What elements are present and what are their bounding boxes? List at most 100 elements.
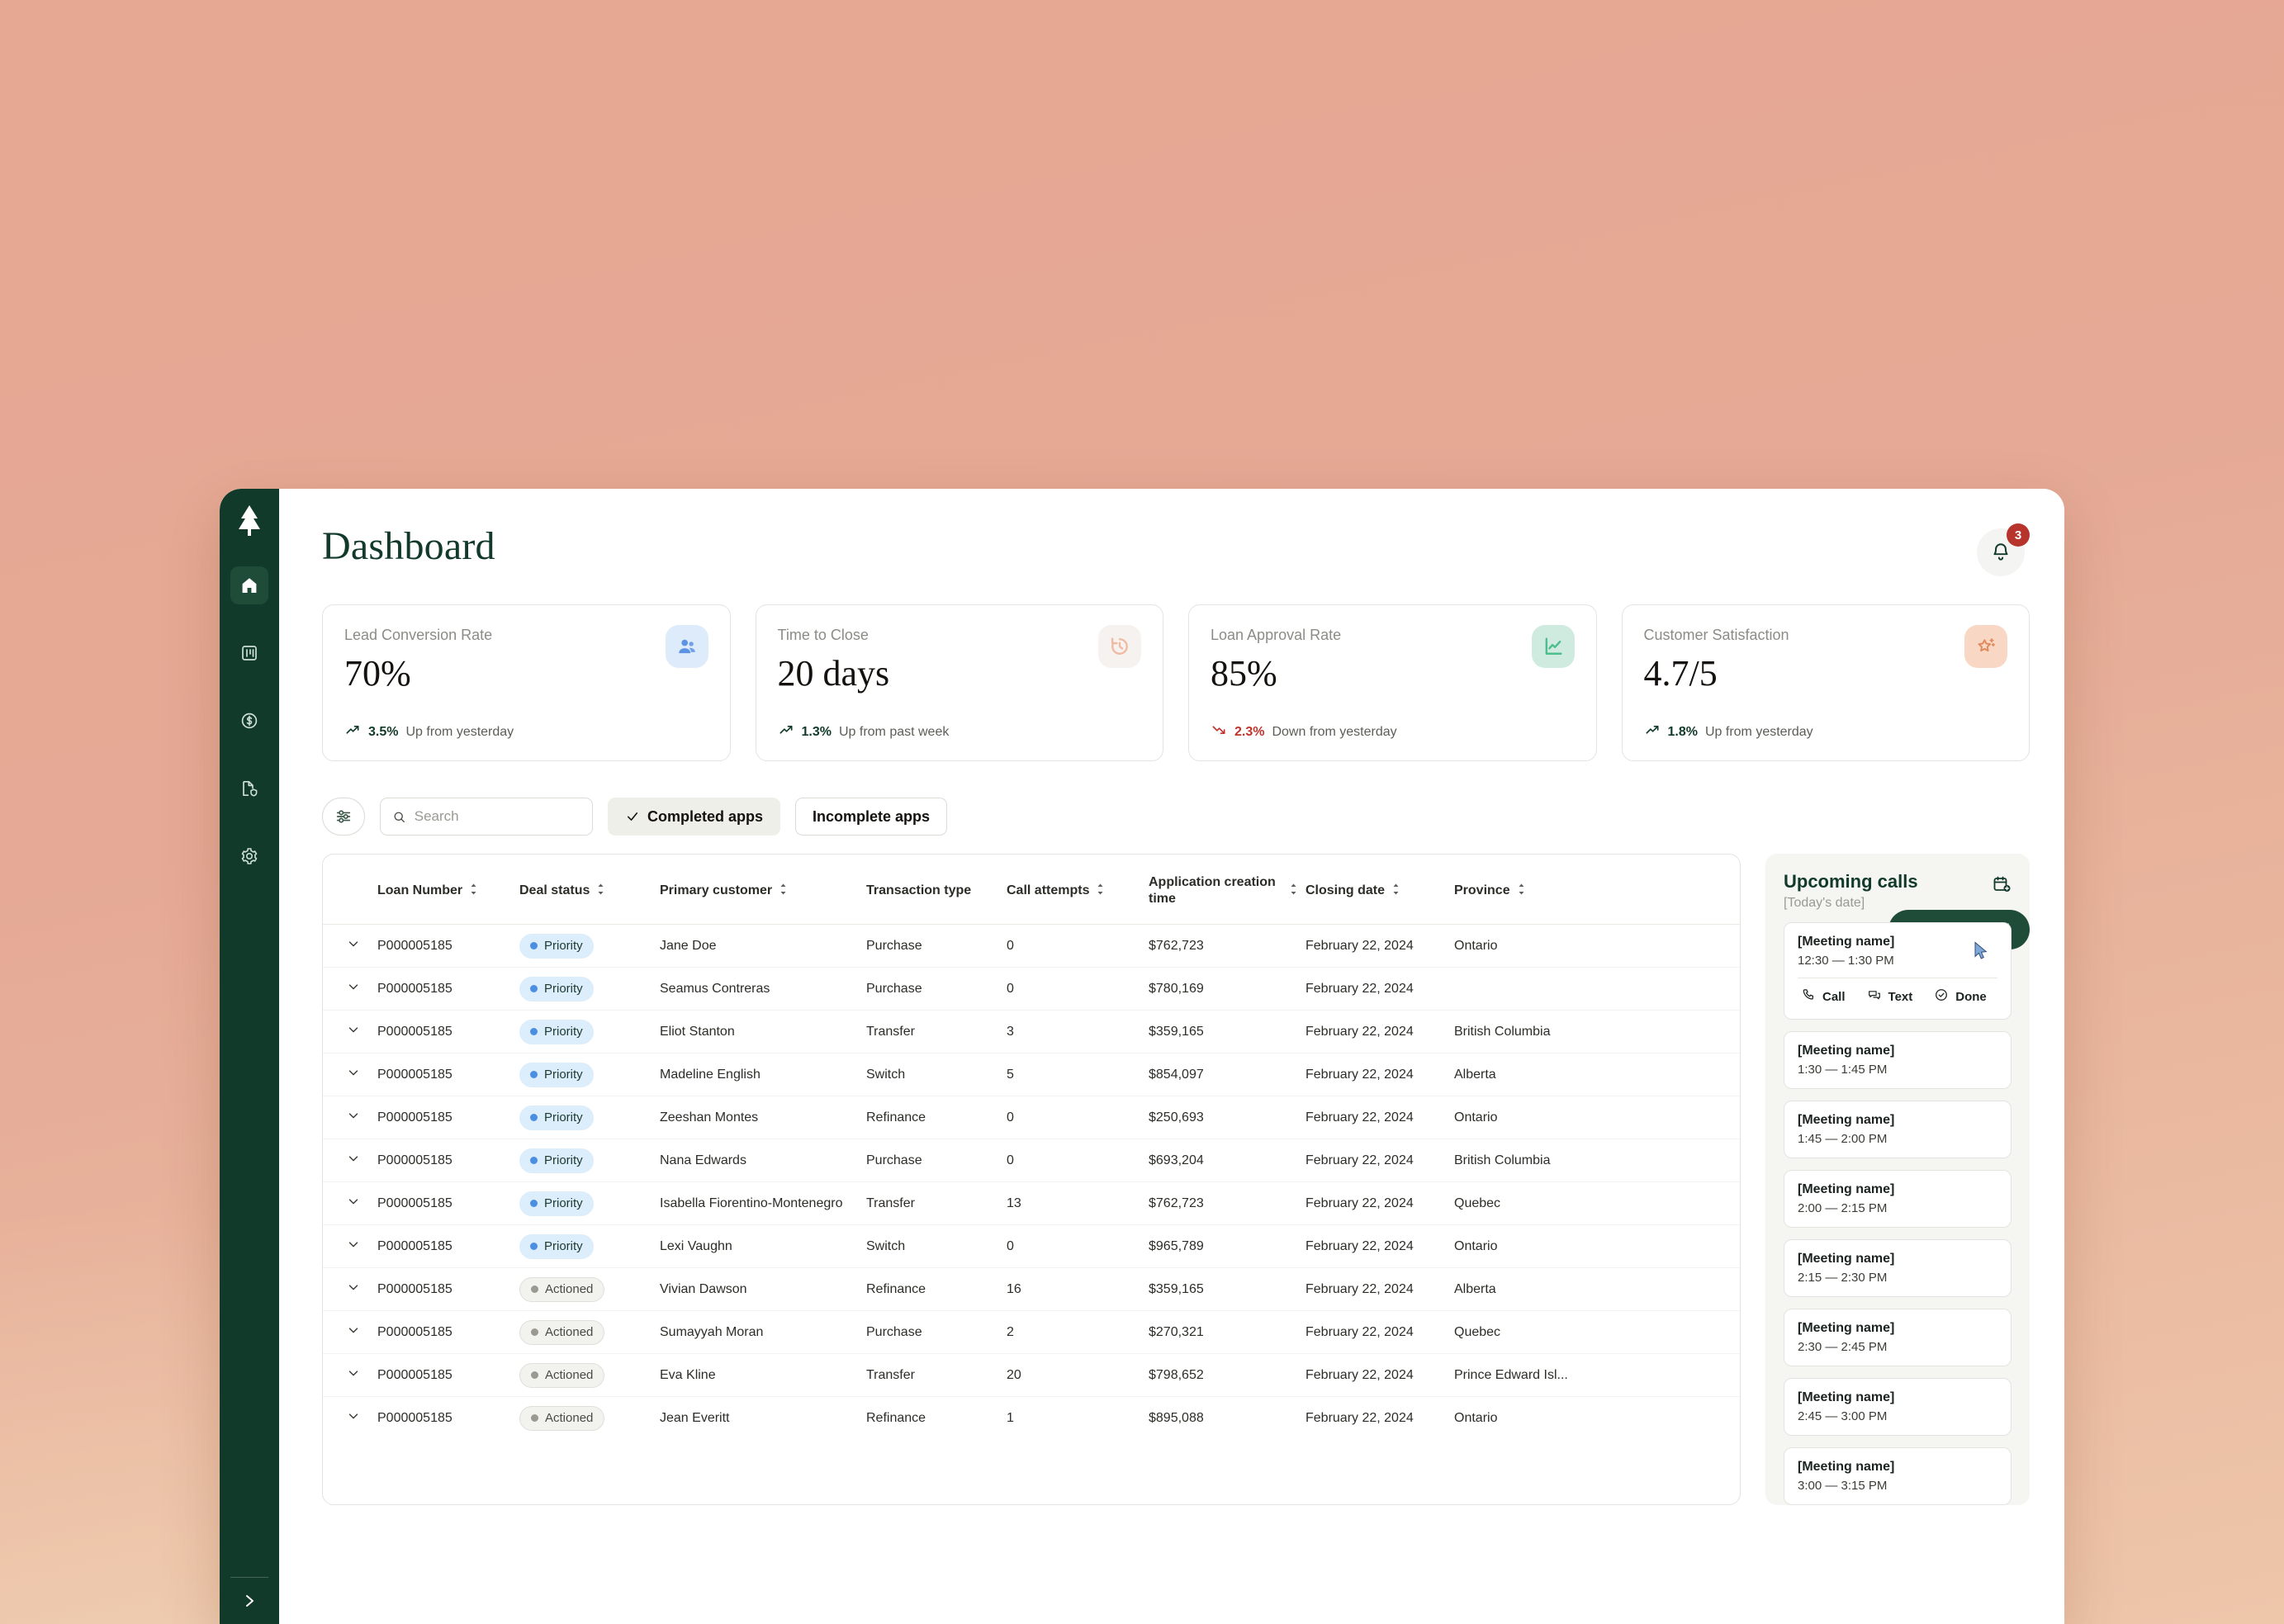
add-meeting-button[interactable]	[1992, 872, 2012, 898]
sidebar-item-documents[interactable]	[230, 769, 268, 807]
cell-primary-customer: Isabella Fiorentino-Montenegro	[660, 1181, 866, 1225]
table-row[interactable]: P000005185 Priority Lexi Vaughn Switch 0 $965…	[323, 1224, 1740, 1268]
row-expand-button[interactable]	[323, 1181, 377, 1225]
cell-call-attempts: 0	[1007, 967, 1149, 1011]
table-row[interactable]: P000005185 Priority Jane Doe Purchase 0 $762,…	[323, 924, 1740, 968]
cell-closing-date: February 22, 2024	[1305, 967, 1454, 1011]
meeting-name: [Meeting name]	[1798, 1113, 1895, 1128]
tab-completed-apps[interactable]: Completed apps	[608, 798, 781, 836]
row-expand-button[interactable]	[323, 967, 377, 1011]
table-header-label: Province	[1454, 883, 1510, 897]
meeting-time: 2:45 — 3:00 PM	[1798, 1409, 1888, 1424]
cell-call-attempts: 16	[1007, 1267, 1149, 1311]
table-row[interactable]: P000005185 Priority Zeeshan Montes Refinanc…	[323, 1096, 1740, 1139]
row-expand-button[interactable]	[323, 1310, 377, 1354]
sidebar	[220, 489, 279, 1624]
row-expand-button[interactable]	[323, 1139, 377, 1182]
kpi-value: 4.7/5	[1643, 652, 1718, 694]
meeting-card[interactable]: [Meeting name] 2:15 — 2:30 PM	[1784, 1239, 2012, 1298]
column-sort-button[interactable]	[1095, 883, 1106, 900]
table-row[interactable]: P000005185 Priority Seamus Contreras Purcha…	[323, 967, 1740, 1011]
search-input[interactable]	[414, 808, 580, 825]
row-expand-button[interactable]	[323, 1353, 377, 1397]
status-badge: Priority	[519, 1233, 594, 1259]
table-header-cell[interactable]: Application creation time	[1149, 855, 1305, 925]
tab-incomplete-apps[interactable]: Incomplete apps	[795, 798, 948, 836]
table-row[interactable]: P000005185 Priority Eliot Stanton Transfer 3…	[323, 1010, 1740, 1053]
expand-sidebar-button[interactable]	[220, 1578, 279, 1624]
table-header-cell[interactable]: Primary customer	[660, 855, 866, 925]
row-expand-button[interactable]	[323, 1397, 377, 1440]
table-row[interactable]: P000005185 Priority Madeline English Switch…	[323, 1053, 1740, 1096]
meeting-action-text-button[interactable]: Text	[1867, 987, 1912, 1006]
row-expand-button[interactable]	[323, 1096, 377, 1139]
meeting-time: 12:30 — 1:30 PM	[1798, 954, 1894, 968]
table-toolbar: Completed apps Incomplete apps	[322, 798, 2030, 836]
kpi-value: 85%	[1211, 652, 1277, 694]
sidebar-item-home[interactable]	[230, 566, 268, 604]
table-row[interactable]: P000005185 Priority Nana Edwards Purchase 0 $…	[323, 1139, 1740, 1182]
document-shield-icon	[239, 779, 259, 798]
table-header-cell[interactable]: Deal status	[519, 855, 660, 925]
cell-loan-number: P000005185	[377, 1096, 519, 1139]
cell-transaction-type: Switch	[866, 1053, 1007, 1096]
upcoming-calls-header: Upcoming calls [Today's date]	[1784, 871, 2012, 911]
upcoming-calls-date: [Today's date]	[1784, 896, 1865, 911]
cell-primary-customer: Eva Kline	[660, 1353, 866, 1397]
sidebar-item-pipeline[interactable]	[230, 634, 268, 672]
pine-tree-logo-icon[interactable]	[233, 504, 266, 538]
status-badge: Actioned	[519, 1405, 605, 1431]
sort-icon	[598, 883, 604, 894]
table-header-cell[interactable]: Call attempts	[1007, 855, 1149, 925]
cell-call-attempts: 13	[1007, 1181, 1149, 1225]
cell-application-creation-time: $895,088	[1149, 1410, 1204, 1425]
table-header-cell[interactable]: Province	[1454, 855, 1740, 925]
table-row[interactable]: P000005185 Actioned Jean Everitt Refinance 1…	[323, 1397, 1740, 1440]
kpi-delta-text: Down from yesterday	[1272, 724, 1397, 739]
chevron-right-icon	[246, 1595, 254, 1607]
status-badge: Priority	[519, 976, 594, 1001]
column-sort-button[interactable]	[1288, 883, 1299, 900]
meeting-name: [Meeting name]	[1798, 1460, 1895, 1475]
meeting-card[interactable]: [Meeting name] 2:00 — 2:15 PM	[1784, 1170, 2012, 1229]
column-sort-button[interactable]	[595, 883, 606, 900]
search-box[interactable]	[380, 798, 593, 836]
row-expand-button[interactable]	[323, 1224, 377, 1268]
line-chart-icon	[1531, 625, 1575, 668]
sidebar-item-deals[interactable]	[230, 702, 268, 740]
row-expand-button[interactable]	[323, 1267, 377, 1311]
cell-primary-customer: Eliot Stanton	[660, 1010, 866, 1053]
table-header-expand	[323, 855, 377, 925]
check-icon	[627, 812, 638, 821]
meeting-card[interactable]: [Meeting name] 2:30 — 2:45 PM	[1784, 1309, 2012, 1367]
column-sort-button[interactable]	[1516, 883, 1527, 900]
trend-down-icon	[1212, 726, 1225, 734]
table-row[interactable]: P000005185 Actioned Eva Kline Transfer 20 $79…	[323, 1353, 1740, 1397]
meeting-card[interactable]: [Meeting name] 3:00 — 3:15 PM	[1784, 1447, 2012, 1506]
column-sort-button[interactable]	[1391, 883, 1401, 900]
tab-incomplete-apps-label: Incomplete apps	[813, 807, 931, 825]
table-header-cell[interactable]: Closing date	[1305, 855, 1454, 925]
row-expand-button[interactable]	[323, 924, 377, 968]
sidebar-item-settings[interactable]	[230, 837, 268, 875]
column-sort-button[interactable]	[778, 883, 789, 900]
meeting-action-done-button[interactable]: Done	[1934, 987, 1987, 1006]
cell-province: Alberta	[1454, 1267, 1740, 1311]
table-header-cell[interactable]: Loan Number	[377, 855, 519, 925]
status-badge-label: Actioned	[545, 1368, 594, 1382]
meeting-card[interactable]: [Meeting name] 1:45 — 2:00 PM	[1784, 1101, 2012, 1159]
filter-button[interactable]	[322, 798, 365, 836]
chevron-down-icon	[348, 1413, 358, 1419]
dollar-circle-icon	[239, 711, 259, 731]
meeting-card[interactable]: [Meeting name] 1:30 — 1:45 PM	[1784, 1031, 2012, 1090]
row-expand-button[interactable]	[323, 1010, 377, 1053]
table-row[interactable]: P000005185 Actioned Vivian Dawson Refinance…	[323, 1267, 1740, 1311]
meeting-action-call-button[interactable]: Call	[1801, 987, 1846, 1006]
table-row[interactable]: P000005185 Priority Isabella Fiorentino-Mo…	[323, 1181, 1740, 1225]
row-expand-button[interactable]	[323, 1053, 377, 1096]
meeting-card[interactable]: [Meeting name] 2:45 — 3:00 PM	[1784, 1378, 2012, 1437]
status-badge-label: Priority	[544, 1196, 583, 1210]
column-sort-button[interactable]	[468, 883, 479, 900]
table-row[interactable]: P000005185 Actioned Sumayyah Moran Purchase…	[323, 1310, 1740, 1354]
meeting-card[interactable]: [Meeting name] 12:30 — 1:30 PM Call Text Don…	[1784, 922, 2012, 1020]
